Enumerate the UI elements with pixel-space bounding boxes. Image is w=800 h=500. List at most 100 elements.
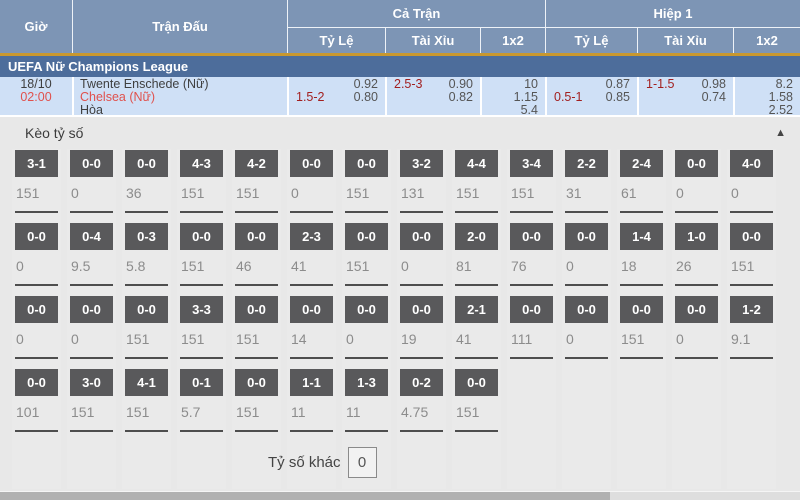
score-box: 2-1 xyxy=(455,296,498,323)
score-box: 0-0 xyxy=(290,296,333,323)
score-cell[interactable]: 0-0151 xyxy=(342,222,391,295)
score-cell[interactable]: 2-461 xyxy=(617,149,666,222)
score-cell[interactable]: 0-0111 xyxy=(507,295,556,368)
score-cell[interactable]: 1-418 xyxy=(617,222,666,295)
full-1x2-cell[interactable]: 10 1.15 5.4 xyxy=(480,77,545,117)
score-cell[interactable]: 4-2151 xyxy=(232,149,281,222)
score-cell[interactable]: 0-0151 xyxy=(727,222,776,295)
cell-underline xyxy=(70,284,113,286)
score-odds: 9.1 xyxy=(731,331,776,347)
score-cell[interactable]: 3-3151 xyxy=(177,295,226,368)
cell-underline xyxy=(345,211,388,213)
score-cell[interactable]: 2-231 xyxy=(562,149,611,222)
score-odds: 41 xyxy=(456,331,501,347)
score-cell[interactable]: 0-036 xyxy=(122,149,171,222)
score-odds: 151 xyxy=(126,404,171,420)
score-cell[interactable]: 1-29.1 xyxy=(727,295,776,368)
score-cell[interactable]: 0-076 xyxy=(507,222,556,295)
score-cell[interactable]: 1-311 xyxy=(342,368,391,441)
score-box: 0-0 xyxy=(345,150,388,177)
score-odds: 11 xyxy=(346,404,391,420)
full-handicap-cell[interactable]: 0.92 1.5-20.80 xyxy=(287,77,385,117)
match-row: 18/10 02:00 Twente Enschede (Nữ) Chelsea… xyxy=(0,77,800,117)
half-1x2-cell[interactable]: 8.2 1.58 2.52 xyxy=(733,77,800,117)
full-under-odds[interactable]: 0.82 xyxy=(449,91,473,104)
score-cell[interactable]: 2-081 xyxy=(452,222,501,295)
half-1x2-draw[interactable]: 2.52 xyxy=(769,104,793,117)
score-box: 1-0 xyxy=(675,223,718,250)
score-cell[interactable]: 0-49.5 xyxy=(67,222,116,295)
score-odds: 151 xyxy=(71,404,116,420)
score-cell[interactable]: 0-0 0 xyxy=(67,149,116,222)
score-cell[interactable]: 0-24.75 xyxy=(397,368,446,441)
score-cell[interactable]: 4-3151 xyxy=(177,149,226,222)
score-cell[interactable]: 0-0151 xyxy=(617,295,666,368)
horizontal-scrollbar-thumb[interactable] xyxy=(0,492,610,500)
score-cell[interactable]: 0-00 xyxy=(672,295,721,368)
score-cell[interactable]: 0-046 xyxy=(232,222,281,295)
score-box: 0-0 xyxy=(675,296,718,323)
match-teams-cell: Twente Enschede (Nữ) Chelsea (Nữ) Hòa xyxy=(72,77,287,117)
score-box: 3-3 xyxy=(180,296,223,323)
score-cell[interactable]: 0-00 xyxy=(562,295,611,368)
score-cell[interactable]: 0-0151 xyxy=(232,368,281,441)
collapse-icon[interactable]: ▲ xyxy=(775,127,786,139)
full-1x2-draw[interactable]: 5.4 xyxy=(521,104,538,117)
horizontal-scrollbar-track[interactable] xyxy=(0,491,800,500)
score-cell[interactable]: 3-0151 xyxy=(67,368,116,441)
score-cell[interactable]: 0-00 xyxy=(397,222,446,295)
half-overunder-cell[interactable]: 1-1.50.98 0.74 xyxy=(637,77,733,117)
full-handicap-odds-away[interactable]: 0.80 xyxy=(354,91,378,104)
score-box: 0-0 xyxy=(70,150,113,177)
score-cell[interactable]: 0-35.8 xyxy=(122,222,171,295)
score-odds: 151 xyxy=(16,185,61,201)
score-cell[interactable]: 0-0101 xyxy=(12,368,61,441)
cell-underline xyxy=(235,357,278,359)
score-cell[interactable]: 2-341 xyxy=(287,222,336,295)
score-cell[interactable]: 0-0151 xyxy=(177,222,226,295)
cell-underline xyxy=(345,284,388,286)
score-box: 0-0 xyxy=(15,223,58,250)
score-cell[interactable]: 0-00 xyxy=(12,295,61,368)
score-cell[interactable]: 0-00 xyxy=(12,222,61,295)
score-cell[interactable]: 3-1151 xyxy=(12,149,61,222)
score-cell[interactable]: 0-0151 xyxy=(122,295,171,368)
score-odds: 131 xyxy=(401,185,446,201)
empty-cell xyxy=(177,441,226,489)
score-cell[interactable]: 0-00 xyxy=(562,222,611,295)
cell-underline xyxy=(235,284,278,286)
score-cell[interactable]: 0-0151 xyxy=(342,149,391,222)
half-handicap-cell[interactable]: 0.87 0.5-10.85 xyxy=(545,77,637,117)
score-cell[interactable]: 2-1 41 xyxy=(452,295,501,368)
half-handicap-odds-away[interactable]: 0.85 xyxy=(606,91,630,104)
score-cell[interactable]: 3-4151 xyxy=(507,149,556,222)
score-box: 0-0 xyxy=(15,296,58,323)
score-box: 0-0 xyxy=(235,369,278,396)
score-cell[interactable]: 0-0151 xyxy=(452,368,501,441)
score-cell[interactable]: 3-2131 xyxy=(397,149,446,222)
half-under-odds[interactable]: 0.74 xyxy=(702,91,726,104)
empty-cell xyxy=(617,441,666,489)
score-odds: 0 xyxy=(71,185,116,201)
score-cell[interactable]: 0-15.7 xyxy=(177,368,226,441)
score-cell[interactable]: 0-00 xyxy=(67,295,116,368)
score-cell[interactable]: 4-1151 xyxy=(122,368,171,441)
full-overunder-cell[interactable]: 2.5-30.90 0.82 xyxy=(385,77,480,117)
cell-underline xyxy=(345,430,388,432)
score-cell[interactable]: 0-0151 xyxy=(232,295,281,368)
score-box: 2-2 xyxy=(565,150,608,177)
score-cell[interactable]: 0-00 xyxy=(672,149,721,222)
full-overunder-line: 2.5-3 xyxy=(394,78,423,91)
score-cell[interactable]: 0-00 xyxy=(342,295,391,368)
score-cell[interactable]: 1-026 xyxy=(672,222,721,295)
score-cell[interactable]: 4-4151 xyxy=(452,149,501,222)
header-full-1x2: 1x2 xyxy=(480,28,545,53)
score-cell[interactable]: 0-019 xyxy=(397,295,446,368)
score-cell[interactable]: 1-111 xyxy=(287,368,336,441)
other-score-value-box[interactable]: 0 xyxy=(348,447,377,478)
score-cell[interactable]: 0-0 14 xyxy=(287,295,336,368)
score-cell[interactable]: 4-00 xyxy=(727,149,776,222)
score-odds: 14 xyxy=(291,331,336,347)
cell-underline xyxy=(235,430,278,432)
score-cell[interactable]: 0-00 xyxy=(287,149,336,222)
